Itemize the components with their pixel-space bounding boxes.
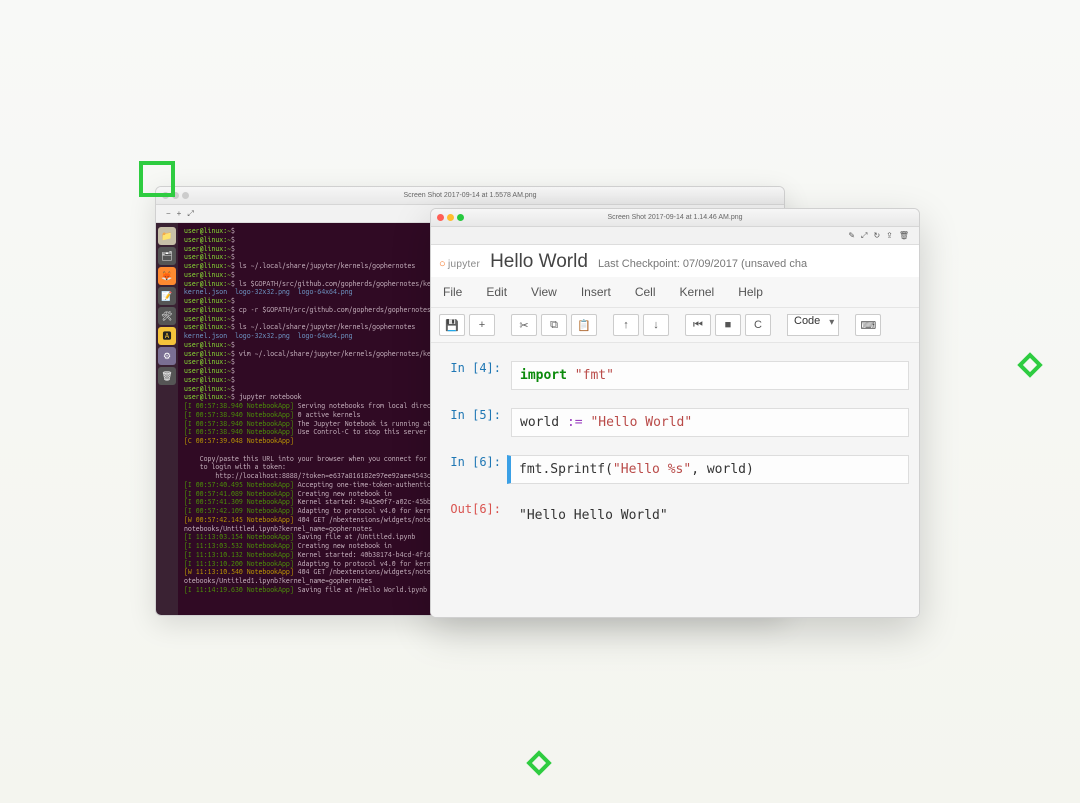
checkpoint-label: Last Checkpoint: 07/09/2017 (unsaved cha: [598, 258, 807, 270]
code-cell[interactable]: In [4]:import "fmt": [441, 361, 909, 390]
restart-button[interactable]: C: [745, 314, 771, 336]
interrupt-button[interactable]: ■: [715, 314, 741, 336]
add-cell-button[interactable]: +: [469, 314, 495, 336]
move-up-button[interactable]: ↑: [613, 314, 639, 336]
mac-titlebar[interactable]: Screen Shot 2017-09-14 at 1.5578 AM.png: [156, 187, 784, 205]
files-icon[interactable]: 📁: [158, 227, 176, 245]
in-prompt: In [5]:: [441, 408, 511, 422]
output-cell: Out[6]:"Hello Hello World": [441, 502, 909, 529]
close-icon[interactable]: [437, 214, 444, 221]
command-palette-button[interactable]: ⌨: [855, 314, 881, 336]
jupyter-toolbar[interactable]: 💾 + ✂ ⧉ 📋 ↑ ↓ ⏮ ■ C Code ⌨: [431, 308, 919, 343]
green-square-decoration: [139, 161, 175, 197]
share-icon[interactable]: ⇪: [886, 231, 893, 240]
out-prompt: Out[6]:: [441, 502, 511, 516]
zoom-out-icon[interactable]: −: [166, 209, 171, 218]
ubuntu-dock[interactable]: 📁 🗂 🦊 📝 🛠 🅰 ⚙ 🗑: [156, 223, 178, 615]
menu-file[interactable]: File: [443, 285, 462, 299]
menu-help[interactable]: Help: [738, 285, 763, 299]
cell-input[interactable]: import "fmt": [511, 361, 909, 390]
copy-button[interactable]: ⧉: [541, 314, 567, 336]
paste-button[interactable]: 📋: [571, 314, 597, 336]
preview-toolbar: ✎ ⤢ ↻ ⇪ 🗑: [431, 227, 919, 245]
in-prompt: In [4]:: [441, 361, 511, 375]
jupyter-menubar[interactable]: File Edit View Insert Cell Kernel Help: [431, 277, 919, 308]
edit-icon[interactable]: ✎: [848, 231, 855, 240]
zoom-icon[interactable]: [457, 214, 464, 221]
trash-icon[interactable]: 🗑: [158, 367, 176, 385]
rotate-icon[interactable]: ↻: [873, 231, 880, 240]
jupyter-logo[interactable]: jupyter: [439, 258, 480, 270]
jupyter-notebook: jupyter Hello World Last Checkpoint: 07/…: [431, 245, 919, 617]
green-diamond-decoration: [526, 750, 551, 775]
menu-edit[interactable]: Edit: [486, 285, 507, 299]
minimize-icon[interactable]: [447, 214, 454, 221]
settings-icon[interactable]: ⚙: [158, 347, 176, 365]
cell-input[interactable]: world := "Hello World": [511, 408, 909, 437]
mac-preview-window-jupyter: Screen Shot 2017-09-14 at 1.14.46 AM.png…: [430, 208, 920, 618]
zoom-in-icon[interactable]: +: [177, 209, 182, 218]
in-prompt: In [6]:: [441, 455, 511, 469]
fit-icon[interactable]: ⤢: [187, 209, 193, 219]
jupyter-header: jupyter Hello World Last Checkpoint: 07/…: [431, 245, 919, 277]
text-editor-icon[interactable]: 📝: [158, 287, 176, 305]
menu-insert[interactable]: Insert: [581, 285, 611, 299]
trash-icon[interactable]: 🗑: [899, 231, 909, 240]
green-diamond-decoration: [1017, 352, 1042, 377]
cell-type-select[interactable]: Code: [787, 314, 839, 336]
menu-view[interactable]: View: [531, 285, 557, 299]
nautilus-icon[interactable]: 🗂: [158, 247, 176, 265]
window-title: Screen Shot 2017-09-14 at 1.5578 AM.png: [156, 192, 784, 199]
amazon-icon[interactable]: 🅰: [158, 327, 176, 345]
cell-output: "Hello Hello World": [511, 502, 909, 529]
traffic-lights[interactable]: [437, 214, 464, 221]
firefox-icon[interactable]: 🦊: [158, 267, 176, 285]
run-prev-button[interactable]: ⏮: [685, 314, 711, 336]
software-icon[interactable]: 🛠: [158, 307, 176, 325]
zoom-icon[interactable]: [182, 192, 189, 199]
expand-icon[interactable]: ⤢: [861, 231, 867, 241]
menu-kernel[interactable]: Kernel: [680, 285, 715, 299]
move-down-button[interactable]: ↓: [643, 314, 669, 336]
menu-cell[interactable]: Cell: [635, 285, 656, 299]
save-button[interactable]: 💾: [439, 314, 465, 336]
code-cell[interactable]: In [6]:fmt.Sprintf("Hello %s", world): [441, 455, 909, 484]
mac-titlebar[interactable]: Screen Shot 2017-09-14 at 1.14.46 AM.png: [431, 209, 919, 227]
code-cell[interactable]: In [5]:world := "Hello World": [441, 408, 909, 437]
window-title: Screen Shot 2017-09-14 at 1.14.46 AM.png: [431, 214, 919, 221]
cell-input[interactable]: fmt.Sprintf("Hello %s", world): [507, 455, 909, 484]
cut-button[interactable]: ✂: [511, 314, 537, 336]
notebook-cells[interactable]: In [4]:import "fmt" In [5]:world := "Hell…: [431, 343, 919, 617]
notebook-title[interactable]: Hello World: [490, 251, 588, 273]
